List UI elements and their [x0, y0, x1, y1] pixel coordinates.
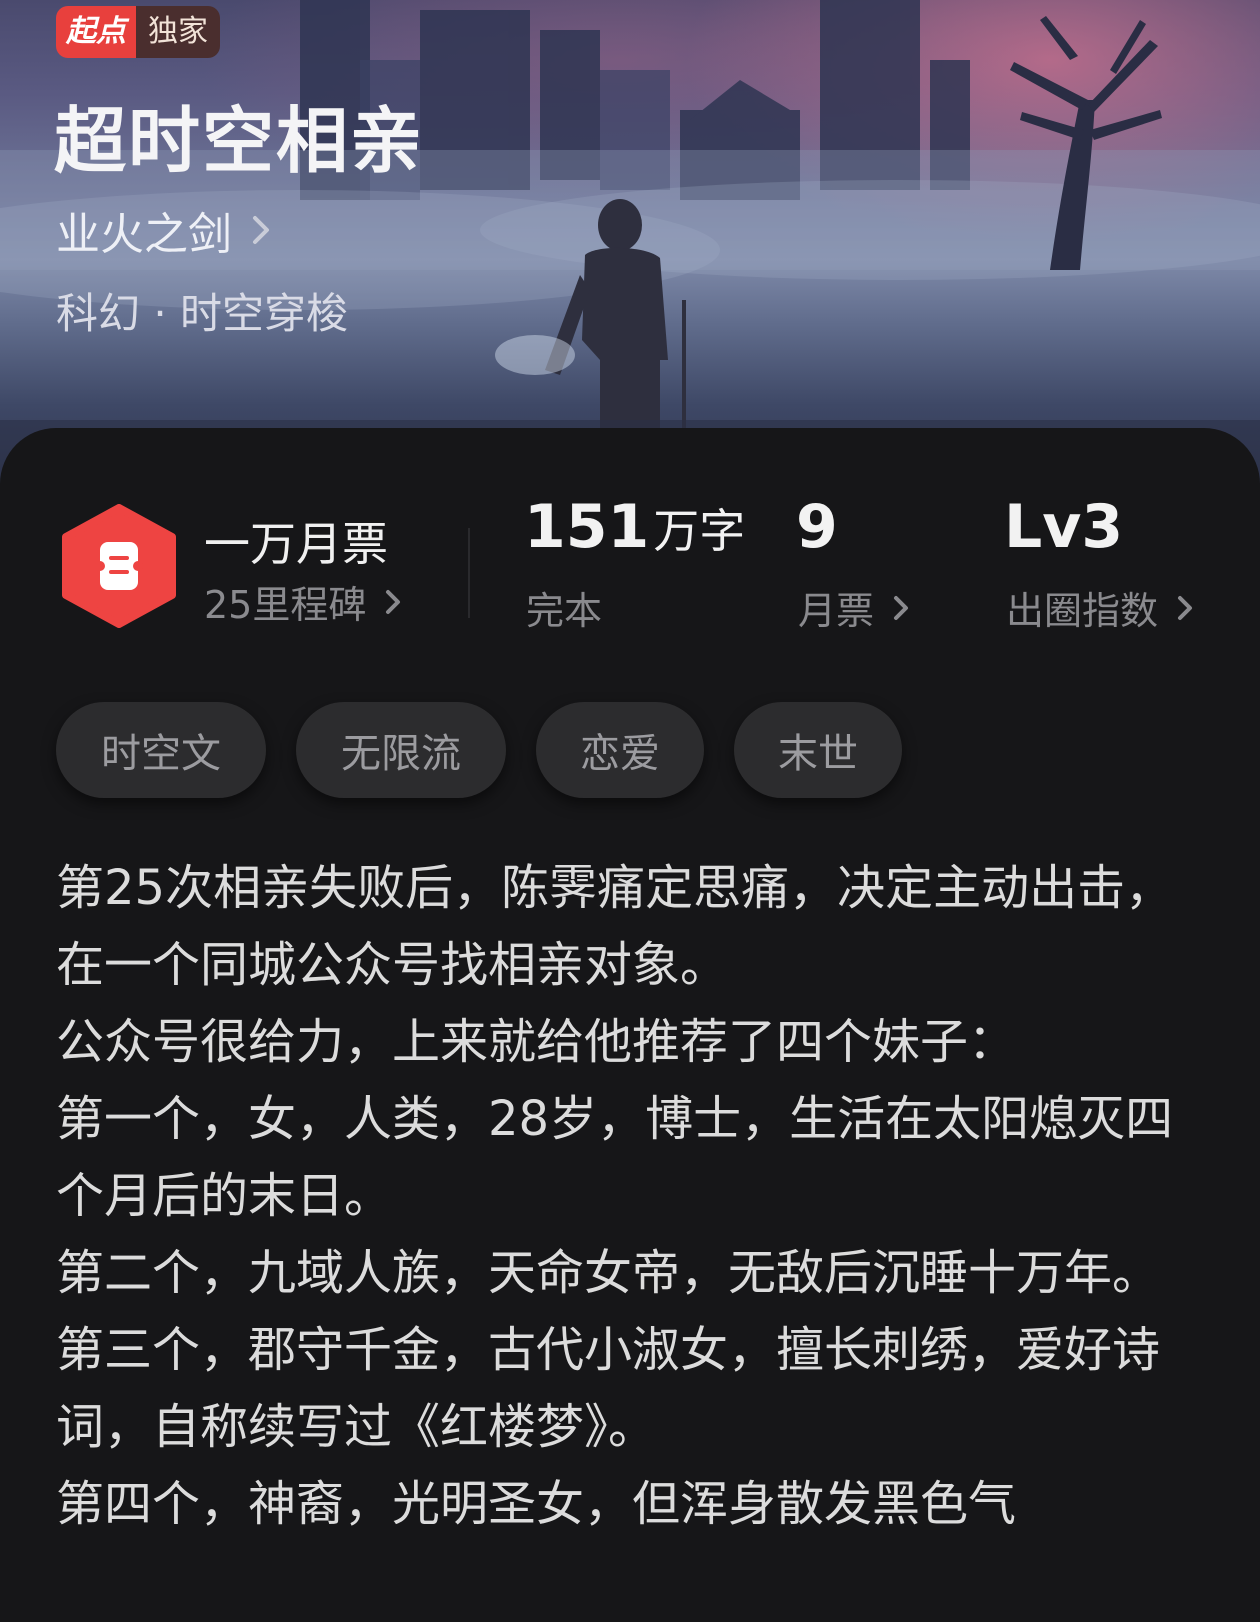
award-title: 一万月票: [204, 517, 388, 571]
synopsis-paragraph: 公众号很给力，上来就给他推荐了四个妹子：: [56, 1014, 1017, 1070]
author-name: 业火之剑: [56, 209, 232, 260]
book-genre: 科幻 · 时空穿梭: [56, 289, 349, 338]
brand-label: 起点: [56, 6, 136, 58]
author-link[interactable]: 业火之剑: [56, 198, 272, 262]
word-count: 151万字: [524, 492, 745, 562]
monthly-ticket-award-icon: [60, 504, 178, 628]
word-count-value: 151: [524, 492, 650, 562]
monthly-votes-value: 9: [796, 492, 838, 562]
exclusive-label: 独家: [136, 6, 220, 58]
chevron-right-icon: [253, 216, 269, 244]
stats-row: 一万月票 25里程碑 151万字 完本 9 月票 Lv3 出圈指数: [0, 428, 1260, 648]
synopsis-paragraph: 第25次相亲失败后，陈霁痛定思痛，决定主动出击，在一个同城公众号找相亲对象。: [56, 860, 1174, 993]
chevron-right-icon: [894, 595, 909, 620]
completion-status: 完本: [526, 580, 602, 635]
tag-chip[interactable]: 末世: [734, 702, 902, 798]
divider: [468, 528, 470, 618]
synopsis: 第25次相亲失败后，陈霁痛定思痛，决定主动出击，在一个同城公众号找相亲对象。 公…: [56, 850, 1206, 1543]
synopsis-paragraph: 第三个，郡守千金，古代小淑女，擅长刺绣，爱好诗词，自称续写过《红楼梦》。: [56, 1322, 1161, 1455]
synopsis-paragraph: 第二个，九域人族，天命女帝，无敌后沉睡十万年。: [56, 1245, 1161, 1301]
milestone-link[interactable]: 25里程碑: [204, 574, 402, 629]
influence-link[interactable]: 出圈指数: [1006, 580, 1194, 635]
chevron-right-icon: [386, 589, 401, 614]
book-title: 超时空相亲: [54, 99, 425, 183]
status-label: 完本: [526, 589, 603, 633]
influence-level: Lv3: [1004, 492, 1124, 562]
chevron-right-icon: [1178, 595, 1193, 620]
tag-chip[interactable]: 无限流: [296, 702, 506, 798]
tag-list: 时空文 无限流 恋爱 末世: [56, 702, 902, 798]
synopsis-paragraph: 第四个，神裔，光明圣女，但浑身散发黑色气: [56, 1476, 1017, 1532]
book-info-panel: 一万月票 25里程碑 151万字 完本 9 月票 Lv3 出圈指数 时空文 无限…: [0, 428, 1260, 1622]
monthly-votes-link[interactable]: 月票: [798, 580, 910, 635]
tag-chip[interactable]: 时空文: [56, 702, 266, 798]
tag-chip[interactable]: 恋爱: [536, 702, 704, 798]
synopsis-paragraph: 第一个，女，人类，28岁，博士，生活在太阳熄灭四个月后的末日。: [56, 1091, 1174, 1224]
influence-label: 出圈指数: [1006, 589, 1159, 633]
word-count-unit: 万字: [653, 504, 746, 558]
milestone-label: 25里程碑: [204, 583, 367, 627]
monthly-votes-label: 月票: [798, 589, 875, 633]
exclusive-badge: 起点 独家: [56, 6, 220, 58]
